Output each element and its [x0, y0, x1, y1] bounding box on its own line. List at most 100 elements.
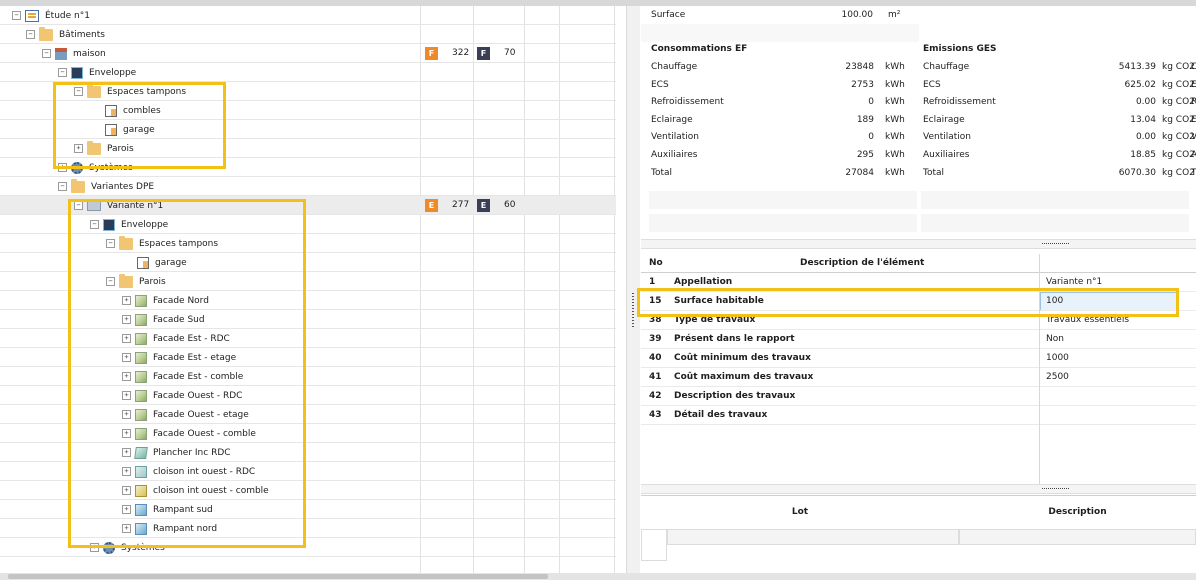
tree-node-systemes[interactable]: + Systèmes — [0, 158, 616, 177]
property-row[interactable]: 38 Type de travaux Travaux essentiels — [641, 311, 1196, 330]
tree-node-maison[interactable]: − maison F 322 F 70 — [0, 44, 616, 63]
expand-icon[interactable]: + — [122, 296, 131, 305]
tree-node-cloison[interactable]: + cloison int ouest - comble — [0, 481, 616, 500]
collapse-icon[interactable]: − — [42, 49, 51, 58]
property-row[interactable]: 39 Présent dans le rapport Non — [641, 330, 1196, 349]
property-row[interactable]: 1 Appellation Variante n°1 — [641, 273, 1196, 292]
tree-node-paroi[interactable]: + Facade Ouest - comble — [0, 424, 616, 443]
expand-icon[interactable]: + — [122, 429, 131, 438]
tree-node-batiments[interactable]: − Bâtiments — [0, 25, 616, 44]
tree-node-variante[interactable]: − Variante n°1 E 277 E 60 — [0, 196, 616, 215]
collapse-icon[interactable]: − — [106, 239, 115, 248]
tree-node-paroi[interactable]: + Facade Sud — [0, 310, 616, 329]
property-value[interactable]: 1000 — [1046, 349, 1069, 368]
property-row[interactable]: 42 Description des travaux — [641, 387, 1196, 406]
expand-icon[interactable]: + — [58, 163, 67, 172]
property-value[interactable]: Variante n°1 — [1046, 273, 1102, 292]
tree-node-label: Systèmes — [121, 542, 165, 553]
row-selector[interactable] — [641, 529, 667, 561]
expand-icon[interactable]: + — [122, 410, 131, 419]
expand-icon[interactable]: + — [122, 315, 131, 324]
tree-node-garage[interactable]: garage — [0, 120, 616, 139]
tree-node-combles[interactable]: combles — [0, 101, 616, 120]
tree-node-parois[interactable]: − Parois — [0, 272, 616, 291]
tree-node-content: − Bâtiments — [26, 25, 105, 44]
tree-node-parois[interactable]: + Parois — [0, 139, 616, 158]
expand-icon[interactable]: + — [122, 448, 131, 457]
property-value[interactable]: 100 — [1046, 292, 1063, 311]
surface-unit: m² — [888, 10, 901, 20]
property-row[interactable]: 43 Détail des travaux — [641, 406, 1196, 425]
property-value[interactable]: 2500 — [1046, 368, 1069, 387]
ges-class-badge: F — [477, 47, 490, 60]
tree-node-paroi[interactable]: + Facade Est - etage — [0, 348, 616, 367]
property-number: 15 — [649, 296, 662, 306]
expand-icon[interactable]: + — [122, 372, 131, 381]
tree-node-espaces-tampons[interactable]: − Espaces tampons — [0, 82, 616, 101]
expand-icon[interactable]: + — [74, 144, 83, 153]
tree-node-enveloppe[interactable]: − Enveloppe — [0, 215, 616, 234]
clipped-column-text: T — [1191, 167, 1196, 178]
tree-node-systemes[interactable]: + Systèmes — [0, 538, 616, 557]
ges-value: 70 — [504, 48, 516, 58]
tree-node-paroi[interactable]: + Facade Ouest - etage — [0, 405, 616, 424]
ef-label: Chauffage — [651, 62, 698, 72]
collapse-icon[interactable]: − — [90, 220, 99, 229]
expand-icon[interactable]: + — [122, 524, 131, 533]
collapse-icon[interactable]: − — [74, 87, 83, 96]
lot-description-cell[interactable] — [959, 529, 1196, 545]
collapse-icon[interactable]: − — [26, 30, 35, 39]
tree-node-paroi[interactable]: + Facade Ouest - RDC — [0, 386, 616, 405]
tree-node-content: − Enveloppe — [58, 63, 136, 82]
collapse-icon[interactable]: − — [106, 277, 115, 286]
tree-node-paroi[interactable]: + Facade Nord — [0, 291, 616, 310]
lot-cell[interactable] — [667, 529, 959, 545]
tree-node-rampant[interactable]: + Rampant nord — [0, 519, 616, 538]
tree-node-etude[interactable]: − Étude n°1 — [0, 6, 616, 25]
tree-node-content: + Facade Sud — [122, 310, 205, 329]
tree-node-label: Enveloppe — [121, 219, 169, 230]
tree-node-variantes-dpe[interactable]: − Variantes DPE — [0, 177, 616, 196]
bottom-scrollbar[interactable] — [0, 573, 1196, 580]
property-value[interactable]: Travaux essentiels — [1046, 311, 1129, 330]
expand-icon[interactable]: + — [122, 467, 131, 476]
scrollbar-thumb[interactable] — [8, 574, 548, 579]
expand-icon[interactable]: + — [90, 543, 99, 552]
collapse-icon[interactable]: − — [58, 182, 67, 191]
surface-label: Surface — [651, 10, 686, 20]
expand-icon[interactable]: + — [122, 486, 131, 495]
property-value[interactable]: Non — [1046, 330, 1064, 349]
expand-icon[interactable]: + — [122, 505, 131, 514]
empty-row — [649, 214, 917, 232]
tree-node-paroi[interactable]: + Facade Est - RDC — [0, 329, 616, 348]
property-row[interactable]: 15 Surface habitable 100 — [641, 292, 1196, 311]
horizontal-splitter[interactable] — [641, 484, 1196, 494]
building-icon — [55, 47, 67, 60]
property-number: 39 — [649, 334, 662, 344]
tree-node-label: Variante n°1 — [107, 200, 164, 211]
tree-node-rampant[interactable]: + Rampant sud — [0, 500, 616, 519]
collapse-icon[interactable]: − — [12, 11, 21, 20]
tree-node-paroi[interactable]: + Facade Est - comble — [0, 367, 616, 386]
tree-node-label: combles — [123, 105, 161, 116]
tree-node-plancher[interactable]: + Plancher Inc RDC — [0, 443, 616, 462]
property-number: 42 — [649, 391, 662, 401]
expand-icon[interactable]: + — [122, 391, 131, 400]
property-row[interactable]: 40 Coût minimum des travaux 1000 — [641, 349, 1196, 368]
energy-class-badge: F — [425, 47, 438, 60]
tree-node-cloison[interactable]: + cloison int ouest - RDC — [0, 462, 616, 481]
collapse-icon[interactable]: − — [74, 201, 83, 210]
tree-node-espaces-tampons[interactable]: − Espaces tampons — [0, 234, 616, 253]
expand-icon[interactable]: + — [122, 353, 131, 362]
expand-icon[interactable]: + — [122, 334, 131, 343]
property-row[interactable]: 41 Coût maximum des travaux 2500 — [641, 368, 1196, 387]
tree-node-garage[interactable]: garage — [0, 253, 616, 272]
panel-splitter[interactable] — [626, 6, 640, 573]
collapse-icon[interactable]: − — [58, 68, 67, 77]
tree-node-label: maison — [73, 48, 106, 59]
clipped-column-text: R — [1191, 97, 1196, 108]
horizontal-splitter[interactable] — [641, 239, 1196, 249]
tree-node-enveloppe[interactable]: − Enveloppe — [0, 63, 616, 82]
tree-node-label: cloison int ouest - comble — [153, 485, 269, 496]
tree-node-label: Rampant sud — [153, 504, 213, 515]
